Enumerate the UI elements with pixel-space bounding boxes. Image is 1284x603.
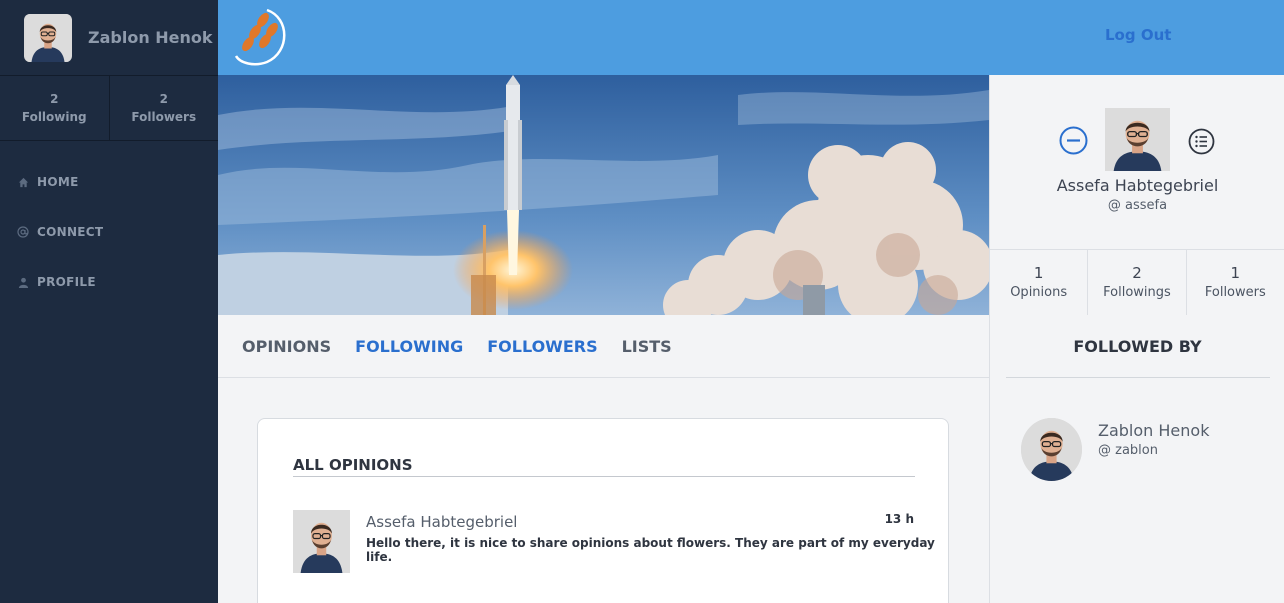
- avatar[interactable]: [24, 13, 72, 62]
- sidebar-item-label: HOME: [37, 175, 79, 189]
- opinion-author[interactable]: Assefa Habtegebriel: [366, 513, 517, 531]
- divider: [1006, 377, 1270, 378]
- profile-name: Assefa Habtegebriel: [1056, 176, 1219, 195]
- stat-value: 2: [159, 92, 168, 106]
- sidebar-item-profile[interactable]: PROFILE: [0, 257, 218, 307]
- stat-value: 1: [1230, 263, 1241, 282]
- sidebar-user-name: Zablon Henok: [88, 28, 213, 47]
- opinion-timestamp: 13 h: [884, 512, 914, 526]
- follower-name[interactable]: Zablon Henok: [1098, 421, 1209, 440]
- stat-value: 2: [1132, 263, 1142, 282]
- stat-label: Followings: [1103, 284, 1171, 300]
- tab-opinions[interactable]: OPINIONS: [242, 337, 331, 356]
- profile-header: Assefa Habtegebriel @ assefa: [990, 75, 1284, 250]
- stat-label: Followers: [1204, 284, 1266, 300]
- sidebar-user: Zablon Henok: [0, 0, 218, 76]
- wheat-logo-icon[interactable]: [234, 6, 289, 66]
- divider: [293, 476, 915, 477]
- tab-following[interactable]: FOLLOWING: [355, 337, 463, 356]
- stat-label: Followers: [131, 110, 197, 124]
- followed-by-panel: FOLLOWED BY Zablon Henok @ zablon: [989, 315, 1284, 603]
- sidebar: Zablon Henok 2 Following 2 Followers HOM…: [0, 0, 218, 603]
- sidebar-stat-followers[interactable]: 2 Followers: [108, 76, 219, 140]
- tab-followers[interactable]: FOLLOWERS: [487, 337, 597, 356]
- tab-lists[interactable]: LISTS: [622, 337, 672, 356]
- home-icon: [17, 176, 29, 188]
- followed-by-title: FOLLOWED BY: [1073, 337, 1202, 356]
- at-icon: [17, 226, 29, 238]
- sidebar-stat-following[interactable]: 2 Following: [0, 76, 109, 140]
- sidebar-stats: 2 Following 2 Followers: [0, 76, 218, 141]
- logout-button[interactable]: Log Out: [1105, 26, 1171, 44]
- avatar[interactable]: [1021, 418, 1082, 481]
- follower-handle: @ zablon: [1098, 443, 1158, 458]
- list-icon[interactable]: [1188, 128, 1215, 155]
- top-bar: Log Out: [218, 0, 1284, 75]
- profile-stat-opinions[interactable]: 1 Opinions: [990, 250, 1087, 315]
- profile-stats: 1 Opinions 2 Followings 1 Followers: [990, 250, 1284, 315]
- user-icon: [17, 276, 29, 288]
- sidebar-nav: HOME CONNECT PROFILE: [0, 141, 218, 307]
- cover-image: [218, 75, 989, 315]
- stat-value: 1: [1033, 263, 1044, 282]
- opinions-card: ALL OPINIONS Assefa Habtegebriel 13 h He…: [257, 418, 949, 603]
- profile-handle: @ assefa: [1107, 198, 1168, 213]
- sidebar-item-label: PROFILE: [37, 275, 96, 289]
- sidebar-item-label: CONNECT: [37, 225, 104, 239]
- sidebar-item-connect[interactable]: CONNECT: [0, 207, 218, 257]
- stat-label: Opinions: [1010, 284, 1068, 300]
- stat-value: 2: [50, 92, 59, 106]
- sidebar-item-home[interactable]: HOME: [0, 157, 218, 207]
- profile-tabs: OPINIONS FOLLOWING FOLLOWERS LISTS: [218, 315, 989, 378]
- opinion-text: Hello there, it is nice to share opinion…: [366, 536, 935, 564]
- profile-card: Assefa Habtegebriel @ assefa 1 Opinions …: [989, 75, 1284, 315]
- avatar: [1105, 108, 1170, 171]
- stat-label: Following: [21, 110, 87, 124]
- profile-stat-followers[interactable]: 1 Followers: [1185, 250, 1284, 315]
- avatar[interactable]: [293, 510, 350, 573]
- opinions-title: ALL OPINIONS: [293, 456, 413, 474]
- profile-stat-followings[interactable]: 2 Followings: [1087, 250, 1185, 315]
- unfollow-icon[interactable]: [1059, 126, 1088, 155]
